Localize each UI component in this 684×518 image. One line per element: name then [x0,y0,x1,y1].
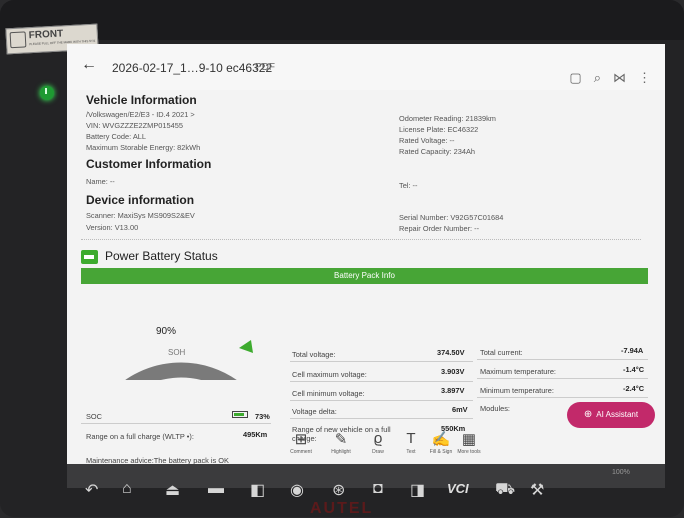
rated-capacity: Rated Capacity: 234Ah [399,147,476,156]
bezel-top [0,0,684,40]
battery-pack-info-bar: Battery Pack Info [81,268,648,284]
cell-max-voltage-label: Cell maximum voltage: [292,370,367,379]
document-page: Vehicle Information /Volkswagen/E2/E3 - … [81,90,655,465]
device-info-heading: Device information [86,193,195,207]
soh-gauge-fill [125,362,237,380]
range-value: 495Km [243,430,268,439]
battery-status: 100% [612,469,630,476]
home-nav-icon[interactable]: ⌂ [122,480,132,498]
more-tools-tool[interactable]: ▦ More tools [449,430,489,455]
comment-bubble-icon[interactable]: ▢ [569,70,581,86]
range-label: Range on a full charge (WLTP •): [86,432,194,441]
sticker-icon [9,31,27,49]
screen-record-icon[interactable]: ◨ [410,480,425,500]
row-divider [290,361,473,362]
max-temperature-value: -1.4°C [623,365,645,374]
soc-label: SOC [86,412,103,421]
vehicle-info-heading: Vehicle Information [86,93,197,107]
row-divider [477,378,648,379]
camera-icon[interactable]: ◘ [373,480,383,498]
row-divider [290,418,473,419]
total-current-value: -7.94A [621,346,644,355]
rated-voltage: Rated Voltage: -- [399,136,455,145]
row-divider [477,359,648,360]
more-menu-icon[interactable]: ⋮ [638,70,651,86]
cell-min-voltage-label: Cell minimum voltage: [292,389,365,398]
repair-order-number: Repair Order Number: -- [399,224,480,233]
brand-logo: AUTEL [310,500,374,517]
soh-gauge-pointer [239,340,253,353]
system-bar [67,464,665,488]
modules-label: Modules: [480,404,510,413]
power-battery-status-heading: Power Battery Status [105,249,218,263]
ai-assistant-button[interactable]: ⊕ AI Assistant [567,402,655,428]
tool-label: More tools [457,449,481,455]
voltage-delta-label: Voltage delta: [292,407,337,416]
min-temperature-value: -2.4°C [623,384,645,393]
screen: ← 2026-02-17_1…9-10 ec46322 PDF ▢ ⌕ ⋈ ⋮ … [67,44,665,488]
back-arrow-icon[interactable]: ← [81,56,97,74]
vehicle-model: /Volkswagen/E2/E3 - ID.4 2021 > [86,110,195,119]
license-plate: License Plate: EC46322 [399,125,479,134]
split-screen-icon[interactable]: ◧ [250,480,265,500]
sticker-title: FRONT [28,28,64,42]
row-divider [290,381,473,382]
total-current-label: Total current: [480,348,523,357]
tool-label: Comment [290,449,312,455]
row-divider [290,400,473,401]
browser-icon[interactable]: ◉ [290,480,304,500]
voltage-delta-value: 6mV [452,405,468,414]
row-divider [477,397,648,398]
comment-icon: ⊞ [294,431,308,448]
vehicle-vin: VIN: WVGZZZE2ZMP015455 [86,121,183,130]
cell-min-voltage-value: 3.897V [441,386,465,395]
customer-name: Name: -- [86,177,115,186]
total-voltage-value: 374.50V [437,348,465,357]
soh-gauge [125,340,253,380]
car-home-icon[interactable]: ⏏ [165,480,180,500]
cell-max-voltage-value: 3.903V [441,367,465,376]
highlight-tool[interactable]: ✎ Highlight [321,430,361,455]
service-icon[interactable]: ⚒ [530,480,544,500]
scanner: Scanner: MaxiSys MS909S2&EV [86,211,195,220]
serial-number: Serial Number: V92G57C01684 [399,213,504,222]
soc-value: 73% [255,412,270,421]
tool-label: Highlight [331,449,351,455]
min-temperature-label: Minimum temperature: [480,386,554,395]
customer-info-heading: Customer Information [86,157,212,171]
section-divider [81,239,641,240]
ai-assistant-label: AI Assistant [596,410,639,419]
shield-icon[interactable]: ⊛ [332,480,345,500]
vehicle-icon[interactable]: ⛟ [495,480,515,500]
soc-divider [81,423,271,424]
soc-battery-icon [232,411,248,418]
total-voltage-label: Total voltage: [292,350,336,359]
battery-status-icon [81,250,98,264]
recent-apps-icon[interactable]: ▬ [208,480,224,498]
share-icon[interactable]: ⋈ [613,70,626,86]
highlight-icon: ✎ [334,431,348,448]
battery-code: Battery Code: ALL [86,132,146,141]
vci-status[interactable]: VCI [447,481,469,496]
document-type: PDF [255,62,275,73]
annotation-toolbar: ⊞ Comment ✎ Highlight ϱ Draw T Text ✍ Fi… [281,430,571,466]
soh-value: 90% [156,326,177,337]
customer-tel: Tel: -- [399,181,418,190]
search-icon[interactable]: ⌕ [594,70,601,86]
document-title: 2026-02-17_1…9-10 ec46322 [112,61,273,75]
power-led-icon [40,86,54,100]
more-tools-icon: ▦ [461,431,477,448]
toolbar-actions: ▢ ⌕ ⋈ ⋮ [569,70,651,86]
back-nav-icon[interactable]: ↶ [85,480,98,500]
max-temperature-label: Maximum temperature: [480,367,556,376]
ai-assistant-icon: ⊕ [583,409,593,420]
comment-tool[interactable]: ⊞ Comment [281,430,321,455]
pdf-toolbar: ← 2026-02-17_1…9-10 ec46322 PDF ▢ ⌕ ⋈ ⋮ [67,44,665,90]
soh-label: SOH [168,348,186,357]
version: Version: V13.00 [86,223,139,232]
max-storable-energy: Maximum Storable Energy: 82kWh [86,143,201,152]
odometer-reading: Odometer Reading: 21839km [399,114,496,123]
